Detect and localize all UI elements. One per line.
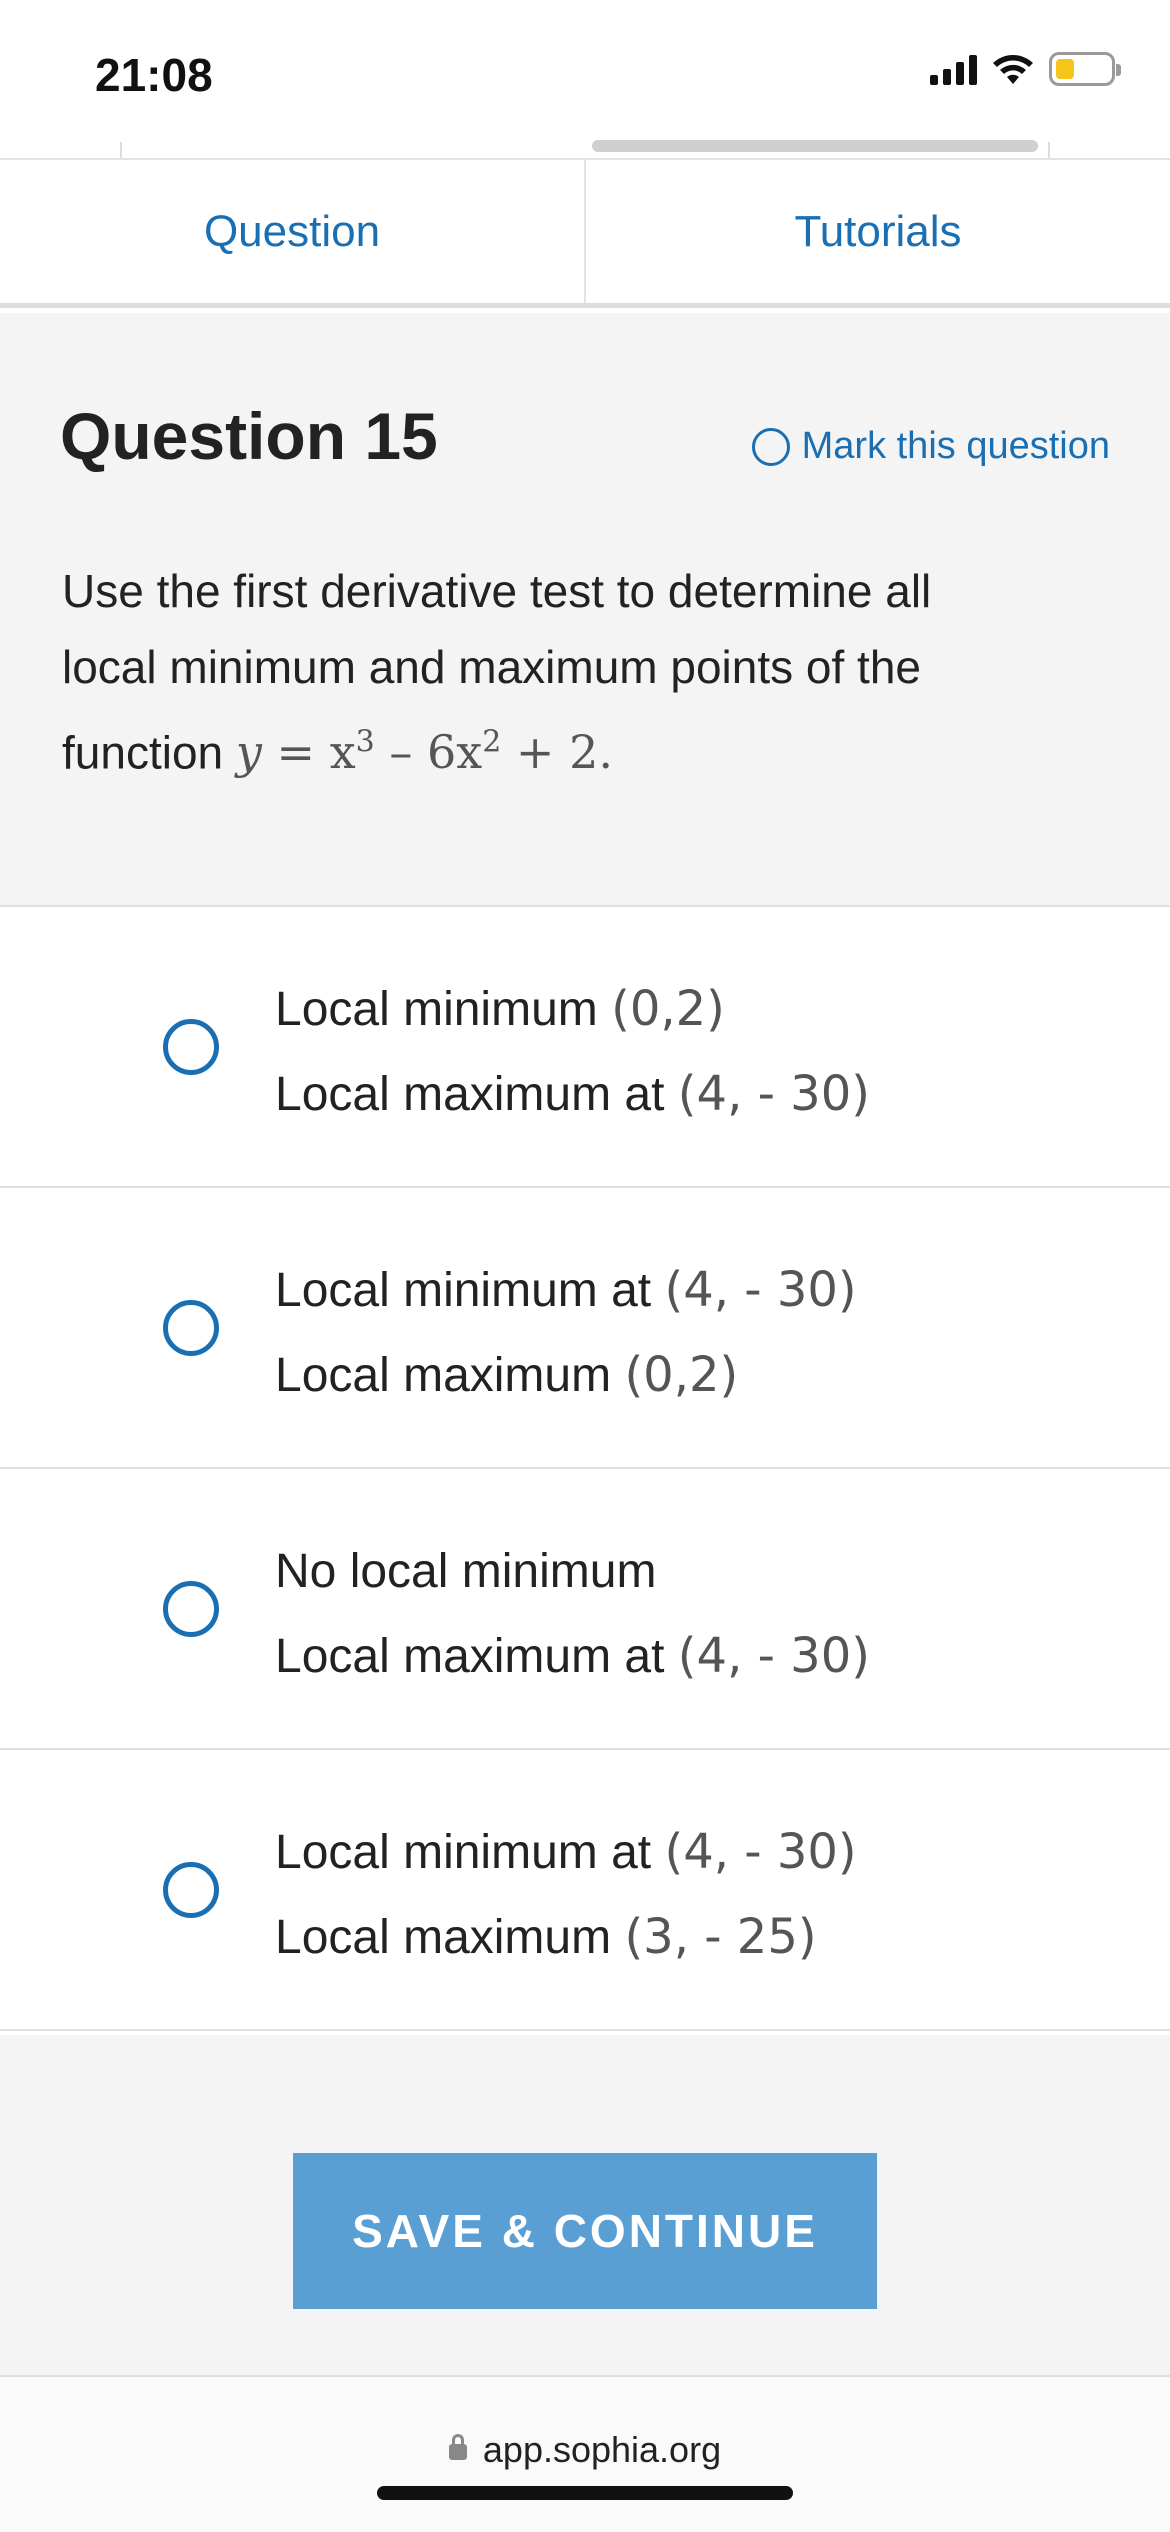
option-line2-coord: (4, - 30): [677, 1628, 870, 1684]
question-panel: Question 15 Mark this question Use the f…: [0, 313, 1170, 907]
status-time: 21:08: [95, 49, 213, 101]
question-text-prefix: function: [62, 726, 236, 779]
answer-option[interactable]: Local minimum (0,2) Local maximum at (4,…: [0, 907, 1170, 1188]
option-line1-coord: (4, - 30): [664, 1262, 857, 1318]
option-line2-label: Local maximum at: [275, 1630, 678, 1683]
option-line1-label: No local minimum: [275, 1545, 657, 1598]
answer-option[interactable]: Local minimum at (4, - 30) Local maximum…: [0, 1188, 1170, 1469]
option-line1-coord: (4, - 30): [664, 1824, 857, 1880]
battery-icon: [1049, 52, 1121, 86]
math-mid: – 6x: [374, 725, 483, 780]
url-text: app.sophia.org: [482, 2429, 722, 2470]
home-indicator[interactable]: [377, 2486, 793, 2500]
tab-tutorials[interactable]: Tutorials: [584, 160, 1170, 303]
option-line2-label: Local maximum: [275, 1911, 625, 1964]
radio-button[interactable]: [163, 1581, 219, 1637]
math-end: + 2.: [501, 725, 613, 780]
radio-button[interactable]: [163, 1862, 219, 1918]
wifi-icon: [993, 55, 1033, 84]
option-line2-coord: (3, - 25): [624, 1909, 817, 1965]
option-line1-label: Local minimum: [275, 983, 612, 1036]
math-expression: y = x3 – 6x2 + 2.: [236, 725, 613, 779]
option-text: Local minimum (0,2) Local maximum at (4,…: [275, 967, 870, 1137]
option-text: No local minimum Local maximum at (4, - …: [275, 1529, 870, 1699]
option-text: Local minimum at (4, - 30) Local maximum…: [275, 1810, 857, 1980]
math-eq: = x: [261, 725, 356, 780]
option-line2-label: Local maximum at: [275, 1068, 678, 1121]
status-icons: [930, 52, 1121, 86]
cellular-signal-icon: [930, 53, 977, 85]
math-exp-3: 3: [355, 725, 375, 760]
option-line2-label: Local maximum: [275, 1349, 625, 1402]
action-area: SAVE & CONTINUE: [0, 2035, 1170, 2377]
lock-icon: [448, 2434, 467, 2461]
radio-button[interactable]: [163, 1019, 219, 1075]
option-line1-label: Local minimum at: [275, 1826, 665, 1879]
question-title: Question 15: [60, 399, 438, 473]
question-text-line3: function y = x3 – 6x2 + 2.: [62, 705, 1122, 790]
tab-question[interactable]: Question: [0, 160, 584, 303]
question-text: Use the first derivative test to determi…: [62, 553, 1122, 790]
scroll-indicator: [0, 130, 1170, 160]
question-text-line1: Use the first derivative test to determi…: [62, 565, 932, 617]
circle-outline-icon: [751, 427, 790, 466]
option-line2-coord: (0,2): [624, 1347, 739, 1403]
status-bar: 21:08: [0, 0, 1170, 150]
browser-url-bar[interactable]: app.sophia.org: [0, 2377, 1170, 2532]
mark-question-button[interactable]: Mark this question: [751, 425, 1110, 468]
save-continue-button[interactable]: SAVE & CONTINUE: [293, 2153, 877, 2309]
mark-question-label: Mark this question: [801, 425, 1110, 467]
answer-option[interactable]: No local minimum Local maximum at (4, - …: [0, 1469, 1170, 1750]
math-exp-2: 2: [482, 725, 502, 760]
option-text: Local minimum at (4, - 30) Local maximum…: [275, 1248, 857, 1418]
answer-option[interactable]: Local minimum at (4, - 30) Local maximum…: [0, 1750, 1170, 2031]
option-line1-label: Local minimum at: [275, 1264, 665, 1317]
option-line2-coord: (4, - 30): [677, 1066, 870, 1122]
option-line1-coord: (0,2): [611, 981, 725, 1037]
math-y: y: [235, 725, 262, 780]
radio-button[interactable]: [163, 1300, 219, 1356]
tab-bar: Question Tutorials: [0, 158, 1170, 308]
answer-options: Local minimum (0,2) Local maximum at (4,…: [0, 907, 1170, 2031]
question-text-line2: local minimum and maximum points of the: [62, 641, 921, 693]
url-display[interactable]: app.sophia.org: [0, 2429, 1170, 2471]
